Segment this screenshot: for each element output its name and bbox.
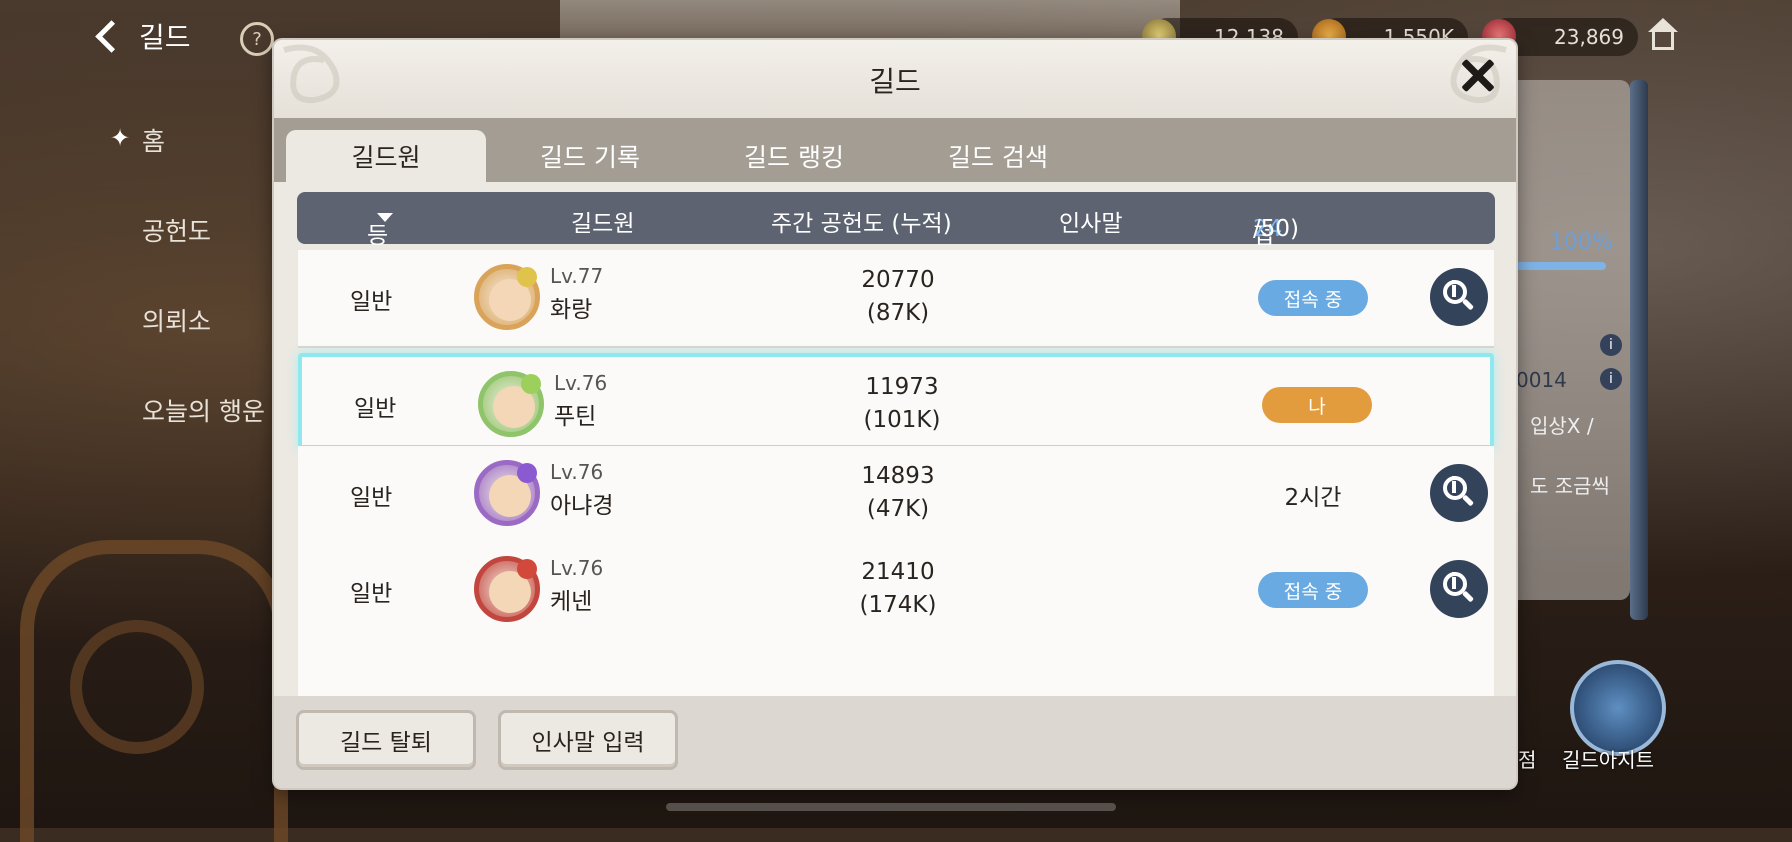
member-name: 푸틴 <box>554 404 597 430</box>
guild-hideout-label[interactable]: 길드아지트 <box>1562 744 1654 773</box>
side-menu-request[interactable]: 의뢰소 <box>142 302 211 338</box>
member-info-button[interactable] <box>1430 268 1488 326</box>
total-contribution: (47K) <box>866 496 930 522</box>
member-avatar[interactable] <box>474 460 540 526</box>
side-menu-luck[interactable]: 오늘의 행운 <box>142 392 265 428</box>
element-badge-icon <box>521 374 541 394</box>
online-status-badge: 접속 중 <box>1258 572 1368 608</box>
back-button[interactable]: 길드 <box>95 16 191 56</box>
member-row-self[interactable]: 일반 Lv.76 푸틴 11973 (101K) 나 <box>298 353 1494 449</box>
member-table-header: 등급 길드원 주간 공헌도 (누적) 인사말 접속(24/50) <box>297 192 1495 310</box>
member-list[interactable]: 일반 Lv.77 화랑 20770 (87K) 접속 중 일반 Lv.76 푸틴 11973 (1… <box>274 250 1516 730</box>
weekly-contribution: 11973 <box>865 374 939 400</box>
guild-progress-bar <box>1516 262 1606 270</box>
side-menu-home[interactable]: 홈 <box>142 122 165 158</box>
back-label: 길드 <box>139 21 191 54</box>
background-window <box>560 0 1180 40</box>
bottom-menu-label[interactable]: 점 <box>1518 744 1536 773</box>
enter-greeting-button[interactable]: 인사말 입력 <box>498 710 678 770</box>
member-level: Lv.77 <box>550 264 604 288</box>
member-info-button[interactable] <box>1430 560 1488 618</box>
tab-guild-search[interactable]: 길드 검색 <box>898 130 1098 182</box>
greeting-column-label: 인사말 <box>1059 211 1123 237</box>
member-name: 화랑 <box>550 297 593 323</box>
weekly-contribution: 14893 <box>861 463 935 489</box>
member-name: 케넨 <box>550 589 593 615</box>
home-icon[interactable] <box>1646 18 1680 52</box>
notice-line-1: 입상X / <box>1530 414 1594 438</box>
info-small-icon[interactable]: i <box>1600 368 1622 390</box>
modal-title: 길드 <box>869 65 921 98</box>
member-row[interactable]: 일반 Lv.76 아냐경 14893 (47K) 2시간 <box>298 446 1494 542</box>
member-row[interactable]: 일반 Lv.77 화랑 20770 (87K) 접속 중 <box>298 250 1494 346</box>
currency-crystal-value: 23,869 <box>1554 25 1624 49</box>
weekly-contribution: 21410 <box>861 559 935 585</box>
element-badge-icon <box>517 463 537 483</box>
total-contribution: (101K) <box>863 407 941 433</box>
guild-hideout-icon[interactable] <box>1570 660 1666 756</box>
member-contribution: 21410 (174K) <box>798 556 998 622</box>
guild-modal: 길드 길드원 길드 기록 길드 랭킹 길드 검색 등급 길드원 주간 공헌도 (… <box>274 40 1516 788</box>
total-contribution: (174K) <box>859 592 937 618</box>
member-rank: 일반 <box>350 289 393 315</box>
panel-frame <box>1630 80 1648 620</box>
leave-guild-button[interactable]: 길드 탈퇴 <box>296 710 476 770</box>
member-rank: 일반 <box>354 396 397 422</box>
member-row[interactable]: 일반 Lv.76 케넨 21410 (174K) 접속 중 <box>298 542 1494 638</box>
info-small-icon[interactable]: i <box>1600 334 1622 356</box>
modal-footer: 길드 탈퇴 인사말 입력 <box>274 696 1516 788</box>
rank-column-sort[interactable]: 등급 <box>367 204 393 283</box>
home-indicator-bar <box>666 803 1116 811</box>
member-name: 아냐경 <box>550 493 614 519</box>
back-chevron-icon <box>95 19 128 53</box>
tab-members[interactable]: 길드원 <box>286 130 486 182</box>
help-icon[interactable]: ? <box>240 22 274 56</box>
element-badge-icon <box>517 559 537 579</box>
notice-line-2: 도 조금씩 <box>1530 474 1610 498</box>
member-contribution: 14893 (47K) <box>798 460 998 526</box>
member-level: Lv.76 <box>550 556 604 580</box>
total-contribution: (87K) <box>866 300 930 326</box>
guild-progress-percent: 100% <box>1550 230 1613 255</box>
member-rank: 일반 <box>350 485 393 511</box>
element-badge-icon <box>517 267 537 287</box>
member-contribution: 11973 (101K) <box>802 371 1002 437</box>
member-avatar[interactable] <box>478 371 544 437</box>
last-login-text: 2시간 <box>1284 485 1342 511</box>
sparkle-icon: ✦ <box>110 124 131 152</box>
background-chair-ornament <box>70 620 204 754</box>
tab-guild-log[interactable]: 길드 기록 <box>490 130 690 182</box>
side-menu-contribution[interactable]: 공헌도 <box>142 212 211 248</box>
weekly-contribution: 20770 <box>861 267 935 293</box>
member-info-button[interactable] <box>1430 464 1488 522</box>
tab-bar: 길드원 길드 기록 길드 랭킹 길드 검색 <box>274 118 1516 182</box>
member-level: Lv.76 <box>550 460 604 484</box>
member-avatar[interactable] <box>474 556 540 622</box>
member-rank: 일반 <box>350 581 393 607</box>
contribution-column-label: 주간 공헌도 (누적) <box>771 211 952 237</box>
guild-code-fragment: 0014 <box>1516 368 1567 392</box>
online-status-badge: 접속 중 <box>1258 280 1368 316</box>
member-avatar[interactable] <box>474 264 540 330</box>
member-contribution: 20770 (87K) <box>798 264 998 330</box>
member-column-label: 길드원 <box>571 211 635 237</box>
modal-header: 길드 <box>274 40 1516 118</box>
member-level: Lv.76 <box>554 371 608 395</box>
close-button[interactable] <box>1456 54 1500 98</box>
self-badge: 나 <box>1262 387 1372 423</box>
tab-guild-ranking[interactable]: 길드 랭킹 <box>694 130 894 182</box>
